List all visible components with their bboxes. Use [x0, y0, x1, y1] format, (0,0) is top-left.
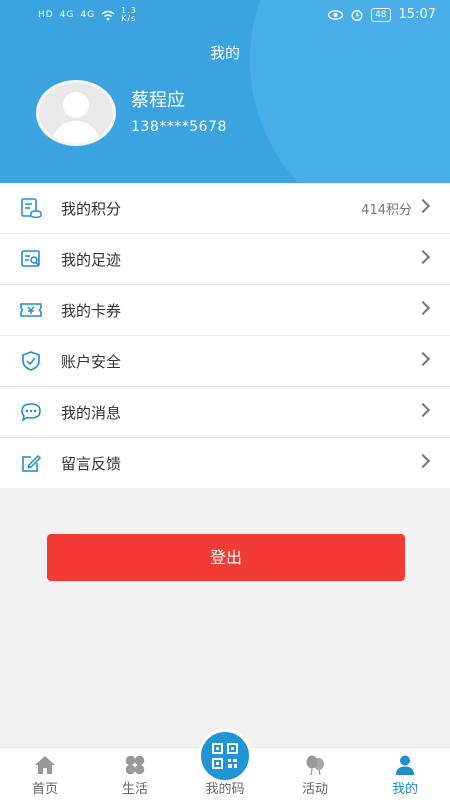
- qr-code-icon: [212, 743, 238, 769]
- menu-item-security[interactable]: 账户安全: [0, 336, 450, 387]
- activity-icon: [306, 755, 324, 776]
- menu-item-feedback[interactable]: 留言反馈: [0, 438, 450, 488]
- chevron-right-icon: [415, 198, 431, 214]
- tab-mine[interactable]: 我的: [360, 748, 450, 800]
- menu-item-points[interactable]: 我的积分 414积分: [0, 183, 450, 234]
- net-speed: 1.3 K/s: [121, 6, 137, 23]
- edit-icon: [22, 454, 42, 472]
- menu-item-label: 我的卡券: [61, 302, 122, 320]
- signal-icon: 4G: [80, 10, 96, 20]
- menu-item-label: 账户安全: [61, 353, 122, 371]
- avatar-body: [51, 121, 101, 143]
- profile-header: HD 4G 4G 1.3 K/s 48 15:07 我的 蔡程应 138****…: [0, 0, 450, 183]
- logout-button[interactable]: 登出: [47, 534, 405, 581]
- message-icon: [21, 403, 41, 422]
- menu-item-label: 留言反馈: [61, 455, 122, 473]
- chevron-right-icon: [415, 351, 431, 367]
- tab-activity[interactable]: 活动: [270, 748, 360, 800]
- username: 蔡程应: [131, 90, 185, 111]
- menu-item-coupons[interactable]: 我的卡券: [0, 285, 450, 336]
- menu-item-label: 我的消息: [61, 404, 122, 422]
- qr-code-button[interactable]: [198, 729, 252, 783]
- user-icon: [396, 755, 414, 775]
- menu-list: 我的积分 414积分 我的足迹 我的卡券 账户安全 我的消息 留言反馈: [0, 183, 450, 488]
- points-value: 414积分: [361, 203, 412, 218]
- chevron-right-icon: [415, 249, 431, 265]
- page-title: 我的: [209, 44, 240, 62]
- signal-icon: 4G: [59, 10, 75, 20]
- tab-home[interactable]: 首页: [0, 748, 90, 800]
- tab-label: 活动: [301, 782, 328, 797]
- hd-icon: HD: [38, 10, 54, 20]
- tab-life[interactable]: 生活: [90, 748, 180, 800]
- clock: 15:07: [398, 7, 436, 22]
- avatar[interactable]: [36, 80, 116, 146]
- status-bar: HD 4G 4G 1.3 K/s 48 15:07: [0, 0, 450, 30]
- tab-label: 生活: [121, 782, 148, 797]
- life-icon: [125, 755, 145, 775]
- menu-item-label: 我的足迹: [61, 251, 122, 269]
- shield-icon: [22, 351, 40, 371]
- chevron-right-icon: [415, 402, 431, 418]
- tab-label: 我的: [391, 782, 418, 797]
- menu-item-messages[interactable]: 我的消息: [0, 387, 450, 438]
- chevron-right-icon: [415, 300, 431, 316]
- avatar-head: [63, 92, 89, 118]
- wifi-icon: [101, 10, 115, 20]
- battery-indicator: 48: [371, 7, 391, 22]
- phone-number: 138****5678: [131, 119, 227, 135]
- status-right: 48 15:07: [328, 7, 436, 22]
- status-left: HD 4G 4G 1.3 K/s: [38, 7, 137, 23]
- menu-item-label: 我的积分: [61, 200, 122, 218]
- points-icon: [21, 198, 42, 219]
- footprint-icon: [21, 250, 40, 267]
- coupon-icon: [20, 303, 42, 317]
- menu-item-footprint[interactable]: 我的足迹: [0, 234, 450, 285]
- eye-icon: [328, 9, 344, 20]
- home-icon: [35, 756, 55, 774]
- alarm-icon: [351, 9, 363, 21]
- tab-label: 首页: [31, 782, 58, 797]
- chevron-right-icon: [415, 453, 431, 469]
